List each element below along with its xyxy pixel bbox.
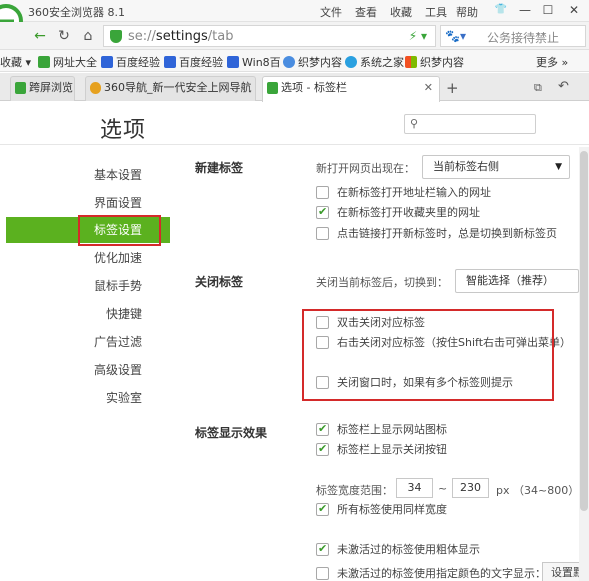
option-switch-new-tab[interactable]: 点击链接打开新标签时，总是切换到新标签页 <box>316 227 557 243</box>
title-bar: 360安全浏览器 8.1 文件 查看 收藏 工具 帮助 👕 — ☐ ✕ <box>0 0 589 22</box>
open-position-select[interactable]: 当前标签右侧 ▼ <box>422 155 570 179</box>
option-show-site-icon[interactable]: 标签栏上显示网站图标 <box>316 422 447 439</box>
bookmark-item[interactable]: 百度经验 <box>101 54 160 70</box>
menu-view[interactable]: 查看 <box>355 4 377 20</box>
search-icon: ⚲ <box>410 117 419 130</box>
tab-360-navigation[interactable]: 360导航_新一代安全上网导航 <box>85 76 256 101</box>
tab-width-separator: ~ <box>438 482 448 495</box>
menu-favorites[interactable]: 收藏 <box>390 4 412 20</box>
window-title: 360安全浏览器 8.1 <box>28 6 125 19</box>
bookmark-item[interactable]: 系统之家 <box>345 54 404 70</box>
settings-page: 选项 ⚲ 基本设置 界面设置 标签设置 优化加速 鼠标手势 快捷键 广告过滤 高… <box>0 102 589 581</box>
tab-width-label: 标签宽度范围： <box>316 484 393 497</box>
tab-width-unit: px （34~800） <box>496 484 580 497</box>
close-window-button[interactable]: ✕ <box>561 1 587 20</box>
bookmark-item[interactable]: 网址大全 <box>38 54 97 70</box>
tab-width-min-input[interactable]: 34 <box>396 478 433 498</box>
phone-icon <box>15 82 26 94</box>
checkbox <box>316 567 329 580</box>
option-same-width[interactable]: 所有标签使用同样宽度 <box>316 502 447 519</box>
switch-after-close-select[interactable]: 智能选择（推荐） <box>455 269 579 293</box>
annotation-highlight-nav <box>78 215 161 246</box>
xitong-icon <box>345 56 357 68</box>
baidu-paw-icon <box>227 56 239 68</box>
tab-width-max-input[interactable]: 230 <box>452 478 489 498</box>
nav-adblock[interactable]: 广告过滤 <box>0 329 170 355</box>
tab-cross-screen[interactable]: 跨屏浏览 <box>10 76 75 101</box>
section-new-tab-title: 新建标签 <box>195 161 244 175</box>
chevron-down-icon: ▼ <box>555 162 562 172</box>
header-divider <box>0 144 589 145</box>
search-engine-icon[interactable]: 🐾▾ <box>445 29 466 43</box>
switch-after-close-label: 关闭当前标签后，切换到： <box>316 276 448 289</box>
menu-tools[interactable]: 工具 <box>425 4 447 20</box>
section-tab-display-title: 标签显示效果 <box>195 426 268 440</box>
address-row: ← ↻ ⌂ se://settings/tab ⚡ ▾ 🐾▾ 公务接待禁止 <box>0 22 589 50</box>
bookmark-item[interactable]: 织梦内容 <box>283 54 342 70</box>
tab-options[interactable]: 选项 - 标签栏 ✕ <box>262 76 440 102</box>
bookmark-favorites[interactable]: 收藏 ▾ <box>0 54 31 70</box>
baidu-paw-icon <box>164 56 176 68</box>
option-new-tab-favorites[interactable]: 在新标签打开收藏夹里的网址 <box>316 205 480 222</box>
dedecms-icon <box>283 56 295 68</box>
checkbox-checked <box>316 205 329 219</box>
refresh-icon[interactable]: ↻ <box>54 26 74 46</box>
bookmark-item[interactable]: 百度经验 <box>164 54 223 70</box>
security-shield-icon <box>110 30 122 43</box>
skin-icon[interactable]: 👕 <box>488 1 514 20</box>
section-close-tab-title: 关闭标签 <box>195 275 244 289</box>
search-input[interactable]: 🐾▾ 公务接待禁止 <box>440 25 586 47</box>
nav-advanced[interactable]: 高级设置 <box>0 357 170 383</box>
maximize-button[interactable]: ☐ <box>535 1 561 20</box>
checkbox <box>316 186 329 199</box>
speed-mode-icon[interactable]: ⚡ ▾ <box>409 29 427 43</box>
tab-list-icon[interactable]: ⧉ <box>534 81 542 95</box>
option-bold-inactive[interactable]: 未激活过的标签使用粗体显示 <box>316 542 480 559</box>
scrollbar-thumb[interactable] <box>580 151 588 511</box>
nav-interface[interactable]: 界面设置 <box>0 190 170 216</box>
360-icon <box>90 82 101 94</box>
checkbox <box>316 227 329 240</box>
checkbox-checked <box>316 542 329 556</box>
settings-search-input[interactable]: ⚲ <box>404 114 536 134</box>
address-input[interactable]: se://settings/tab ⚡ ▾ <box>103 25 436 47</box>
checkbox-checked <box>316 422 329 436</box>
annotation-highlight-close-options <box>302 309 554 401</box>
bookmark-item[interactable]: 织梦内容 <box>405 54 464 70</box>
menu-help[interactable]: 帮助 <box>456 4 478 20</box>
nav-shortcut[interactable]: 快捷键 <box>0 301 170 327</box>
site-icon <box>38 56 50 68</box>
bookmark-item[interactable]: Win8百 <box>227 54 281 70</box>
settings-tab-icon <box>267 82 278 94</box>
option-color-inactive[interactable]: 未激活过的标签使用指定颜色的文字显示： <box>316 567 546 581</box>
baidu-paw-icon <box>101 56 113 68</box>
checkbox-checked <box>316 502 329 516</box>
bookmarks-more-button[interactable]: 更多 » <box>536 54 568 70</box>
close-tab-icon[interactable]: ✕ <box>424 77 433 99</box>
option-show-close-button[interactable]: 标签栏上显示关闭按钮 <box>316 442 447 459</box>
url-text[interactable]: se://settings/tab <box>128 29 233 44</box>
nav-mouse-gesture[interactable]: 鼠标手势 <box>0 273 170 299</box>
checkbox-checked <box>316 442 329 456</box>
page-scrollbar[interactable] <box>579 147 589 581</box>
bookmarks-bar: 收藏 ▾ 网址大全 百度经验 百度经验 Win8百 织梦内容 系统之家 织梦内容… <box>0 50 589 72</box>
page-title: 选项 <box>100 118 147 143</box>
back-icon[interactable]: ← <box>30 26 50 46</box>
option-new-tab-address[interactable]: 在新标签打开地址栏输入的网址 <box>316 186 491 202</box>
nav-optimize[interactable]: 优化加速 <box>0 245 170 271</box>
windows-icon <box>405 56 417 68</box>
nav-basic[interactable]: 基本设置 <box>0 162 170 188</box>
new-tab-icon[interactable]: + <box>446 79 459 97</box>
undo-close-icon[interactable]: ↶ <box>558 79 569 94</box>
home-icon[interactable]: ⌂ <box>78 26 98 46</box>
nav-lab[interactable]: 实验室 <box>0 385 170 411</box>
tab-strip: 跨屏浏览 360导航_新一代安全上网导航 选项 - 标签栏 ✕ + ⧉ ↶ <box>0 73 589 102</box>
search-text[interactable]: 公务接待禁止 <box>487 29 579 46</box>
open-position-label: 新打开网页出现在： <box>316 162 415 175</box>
menu-file[interactable]: 文件 <box>320 4 342 20</box>
